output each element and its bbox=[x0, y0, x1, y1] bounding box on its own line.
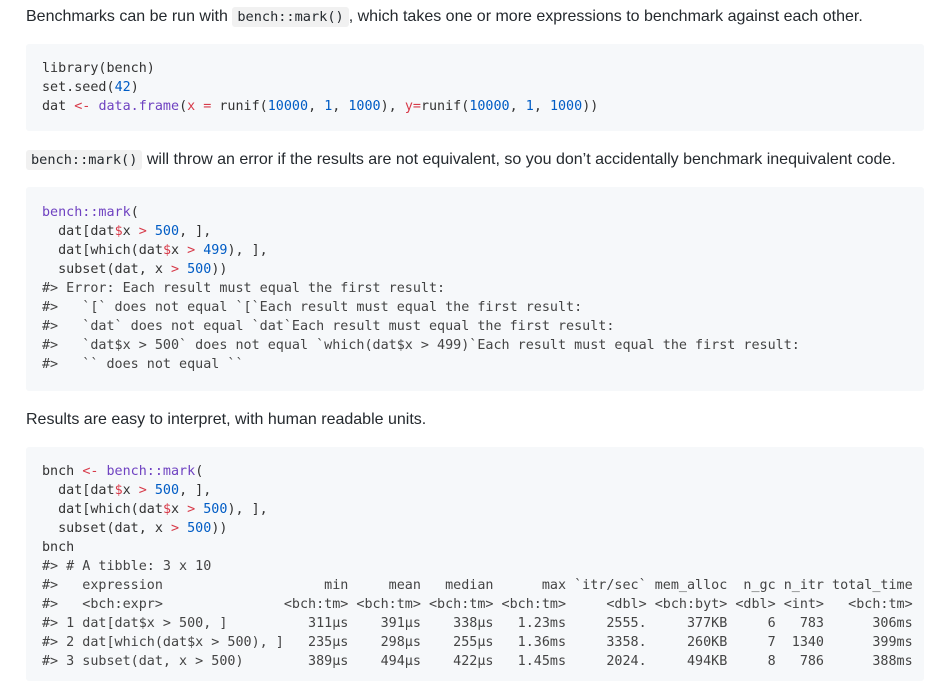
code-line: dat[which(dat$x > 499), ], bbox=[42, 243, 268, 258]
code-line: bnch <- bench::mark( bbox=[42, 464, 204, 479]
code-output-line: #> Error: Each result must equal the fir… bbox=[42, 281, 446, 296]
code-line: bnch bbox=[42, 540, 75, 555]
code-output-line: #> # A tibble: 3 x 10 bbox=[42, 559, 212, 574]
inline-code-bench-mark: bench::mark() bbox=[232, 7, 349, 27]
code-error: bench::mark( dat[dat$x > 500, ], dat[whi… bbox=[26, 187, 924, 374]
code-block-setup: library(bench) set.seed(42) dat <- data.… bbox=[26, 44, 924, 131]
code-line: library(bench) bbox=[42, 61, 155, 76]
code-line: dat[which(dat$x > 500), ], bbox=[42, 502, 268, 517]
code-output-line: #> `[` does not equal `[`Each result mus… bbox=[42, 300, 583, 315]
code-output-line: #> `dat` does not equal `dat`Each result… bbox=[42, 319, 615, 334]
error-paragraph: bench::mark() will throw an error if the… bbox=[26, 150, 896, 170]
code-line: dat <- data.frame(x = runif(10000, 1, 10… bbox=[42, 99, 599, 114]
tibble-data-row: #> 2 dat[which(dat$x > 500), ] 235µs 298… bbox=[42, 635, 913, 650]
error-text-after: will throw an error if the results are n… bbox=[142, 151, 896, 168]
tibble-type-row: #> <bch:expr> <bch:tm> <bch:tm> <bch:tm>… bbox=[42, 597, 913, 612]
code-block-results: bnch <- bench::mark( dat[dat$x > 500, ],… bbox=[26, 447, 924, 681]
code-block-error: bench::mark( dat[dat$x > 500, ], dat[whi… bbox=[26, 187, 924, 391]
intro-paragraph: Benchmarks can be run with bench::mark()… bbox=[26, 7, 863, 27]
code-line: bench::mark( bbox=[42, 205, 139, 220]
code-line: subset(dat, x > 500)) bbox=[42, 521, 228, 536]
code-setup: library(bench) set.seed(42) dat <- data.… bbox=[26, 44, 924, 116]
code-output-line: #> `dat$x > 500` does not equal `which(d… bbox=[42, 338, 800, 353]
intro-text-after: , which takes one or more expressions to… bbox=[348, 8, 863, 25]
code-line: dat[dat$x > 500, ], bbox=[42, 224, 212, 239]
tibble-header-row: #> expression min mean median max `itr/s… bbox=[42, 578, 913, 593]
code-line: subset(dat, x > 500)) bbox=[42, 262, 228, 277]
intro-text-before: Benchmarks can be run with bbox=[26, 8, 233, 25]
tibble-data-row: #> 3 subset(dat, x > 500) 389µs 494µs 42… bbox=[42, 654, 913, 669]
code-line: set.seed(42) bbox=[42, 80, 139, 95]
code-output-line: #> `` does not equal `` bbox=[42, 357, 244, 372]
code-results: bnch <- bench::mark( dat[dat$x > 500, ],… bbox=[26, 447, 924, 671]
results-paragraph: Results are easy to interpret, with huma… bbox=[26, 411, 427, 428]
code-line: dat[dat$x > 500, ], bbox=[42, 483, 212, 498]
tibble-data-row: #> 1 dat[dat$x > 500, ] 311µs 391µs 338µ… bbox=[42, 616, 913, 631]
inline-code-bench-mark: bench::mark() bbox=[26, 150, 143, 170]
document-page: Benchmarks can be run with bench::mark()… bbox=[0, 0, 951, 681]
